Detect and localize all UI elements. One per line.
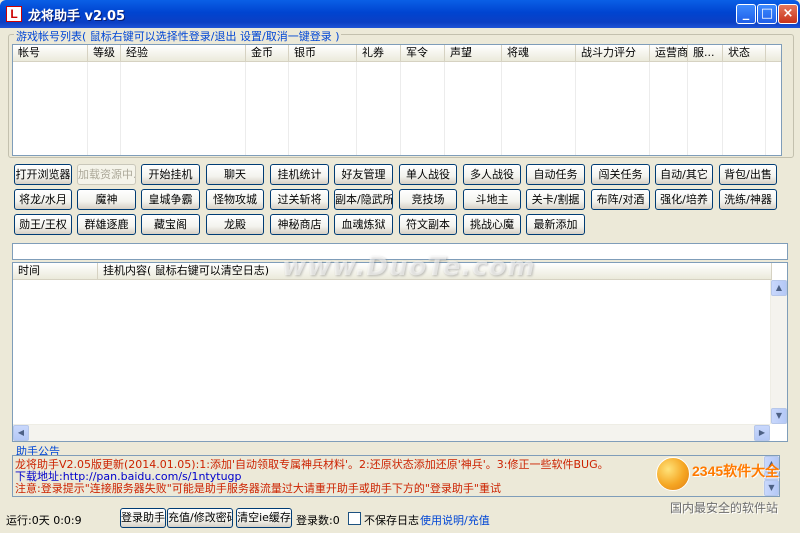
col-account[interactable]: 帐号 — [13, 45, 88, 62]
col-level[interactable]: 等级 — [88, 45, 121, 62]
auto-task-button[interactable]: 自动任务 — [526, 164, 585, 185]
logo-mark-icon — [656, 457, 690, 491]
login-helper-button[interactable]: 登录助手 — [120, 508, 166, 528]
col-military-order[interactable]: 军令 — [401, 45, 445, 62]
login-count-text: 登录数:0 — [296, 514, 340, 527]
accounts-table-body[interactable] — [13, 62, 781, 155]
col-operator[interactable]: 运营商 — [650, 45, 688, 62]
mystery-shop-button[interactable]: 神秘商店 — [270, 214, 329, 235]
col-status[interactable]: 状态 — [723, 45, 766, 62]
imperial-contest-button[interactable]: 皇城争霸 — [141, 189, 200, 210]
col-prestige[interactable]: 声望 — [445, 45, 502, 62]
grid-line — [400, 62, 401, 155]
log-table-body[interactable] — [13, 280, 770, 424]
grid-line — [649, 62, 650, 155]
grid-line — [575, 62, 576, 155]
grid-line — [245, 62, 246, 155]
accounts-table-header: 帐号 等级 经验 金币 银币 礼券 军令 声望 将魂 战斗力评分 运营商 服..… — [13, 45, 781, 62]
rune-dungeon-button[interactable]: 符文副本 — [399, 214, 457, 235]
treasure-pavilion-button[interactable]: 藏宝阁 — [141, 214, 200, 235]
brand-text: 2345软件大全 — [692, 463, 780, 479]
arena-button[interactable]: 竞技场 — [399, 189, 457, 210]
bag-sell-button[interactable]: 背包/出售 — [719, 164, 777, 185]
grid-line — [87, 62, 88, 155]
refine-artifact-button[interactable]: 洗练/神器 — [719, 189, 777, 210]
recharge-password-button[interactable]: 充值/修改密码 — [167, 508, 233, 528]
help-recharge-link[interactable]: 使用说明/充值 — [420, 512, 490, 528]
slogan-text: 国内最安全的软件站 — [670, 501, 779, 515]
clear-ie-cache-button[interactable]: 清空ie缓存 — [236, 508, 292, 528]
log-table[interactable]: 时间 挂机内容( 鼠标右键可以清空日志) ▲ ▼ ◀ ▶ — [12, 262, 788, 442]
title-bar[interactable]: L 龙将助手 v2.05 _ □ × — [0, 0, 800, 28]
heart-demon-button[interactable]: 挑战心魔 — [463, 214, 521, 235]
accounts-group-label: 游戏帐号列表( 鼠标右键可以选择性登录/退出 设置/取消一键登录 ) — [14, 28, 342, 44]
checkpoint-button[interactable]: 关卡/割据 — [526, 189, 585, 210]
solo-battle-button[interactable]: 单人战役 — [399, 164, 457, 185]
col-combat-score[interactable]: 战斗力评分 — [576, 45, 650, 62]
col-silver[interactable]: 银币 — [289, 45, 357, 62]
enhance-train-button[interactable]: 强化/培养 — [655, 189, 713, 210]
col-server[interactable]: 服... — [688, 45, 723, 62]
col-gold[interactable]: 金币 — [246, 45, 289, 62]
chat-button[interactable]: 聊天 — [206, 164, 264, 185]
grid-line — [356, 62, 357, 155]
log-vertical-scrollbar[interactable]: ▲ ▼ — [770, 280, 787, 424]
start-afk-button[interactable]: 开始挂机 — [141, 164, 200, 185]
site-logo-watermark: 2345软件大全 国内最安全的软件站 — [656, 455, 796, 515]
monster-siege-button[interactable]: 怪物攻城 — [206, 189, 264, 210]
app-logo-icon: L — [6, 6, 22, 22]
heroes-contest-button[interactable]: 群雄逐鹿 — [77, 214, 136, 235]
scroll-right-icon[interactable]: ▶ — [754, 425, 770, 441]
dungeon-button[interactable]: 副本/隐武所 — [334, 189, 393, 210]
grid-line — [722, 62, 723, 155]
grid-line — [444, 62, 445, 155]
col-exp[interactable]: 经验 — [121, 45, 246, 62]
maximize-icon[interactable]: □ — [757, 4, 777, 24]
afk-stats-button[interactable]: 挂机统计 — [270, 164, 329, 185]
col-coupon[interactable]: 礼券 — [357, 45, 401, 62]
friends-button[interactable]: 好友管理 — [334, 164, 393, 185]
grid-line — [687, 62, 688, 155]
close-icon[interactable]: × — [778, 4, 798, 24]
no-save-log-label[interactable]: 不保存日志 — [364, 512, 419, 528]
accounts-table[interactable]: 帐号 等级 经验 金币 银币 礼券 军令 声望 将魂 战斗力评分 运营商 服..… — [12, 44, 782, 156]
multi-battle-button[interactable]: 多人战役 — [463, 164, 521, 185]
runtime-text: 运行:0天 0:0:9 — [6, 514, 82, 527]
scroll-up-icon[interactable]: ▲ — [771, 280, 787, 296]
auto-other-button[interactable]: 自动/其它 — [655, 164, 713, 185]
grid-line — [120, 62, 121, 155]
formation-drink-button[interactable]: 布阵/对酒 — [591, 189, 650, 210]
blood-purgatory-button[interactable]: 血魂炼狱 — [334, 214, 393, 235]
log-horizontal-scrollbar[interactable]: ◀ ▶ — [13, 424, 770, 441]
window-title: 龙将助手 v2.05 — [28, 9, 126, 24]
stage-task-button[interactable]: 闯关任务 — [591, 164, 650, 185]
col-time[interactable]: 时间 — [13, 263, 98, 280]
minimize-icon[interactable]: _ — [736, 4, 756, 24]
dragon-palace-button[interactable]: 龙殿 — [206, 214, 264, 235]
open-browser-button[interactable]: 打开浏览器 — [14, 164, 72, 185]
grid-line — [765, 62, 766, 155]
jianglong-shuiyue-button[interactable]: 将龙/水月 — [14, 189, 72, 210]
demon-god-button[interactable]: 魔神 — [77, 189, 136, 210]
col-general-soul[interactable]: 将魂 — [502, 45, 576, 62]
scroll-down-icon[interactable]: ▼ — [771, 408, 787, 424]
grid-line — [501, 62, 502, 155]
merit-king-button[interactable]: 勋王/王权 — [14, 214, 72, 235]
scroll-left-icon[interactable]: ◀ — [13, 425, 29, 441]
duote-watermark: www.DuoTe.com — [282, 252, 536, 282]
landlord-button[interactable]: 斗地主 — [463, 189, 521, 210]
no-save-log-checkbox[interactable] — [348, 512, 361, 525]
latest-added-button[interactable]: 最新添加 — [526, 214, 585, 235]
loading-resources-button[interactable]: 加载资源中... — [77, 164, 136, 185]
announcement-line-3: 注意:登录提示"连接服务器失败"可能是助手服务器流量过大请重开助手或助手下方的"… — [15, 482, 501, 495]
pass-slay-button[interactable]: 过关斩将 — [270, 189, 329, 210]
grid-line — [288, 62, 289, 155]
